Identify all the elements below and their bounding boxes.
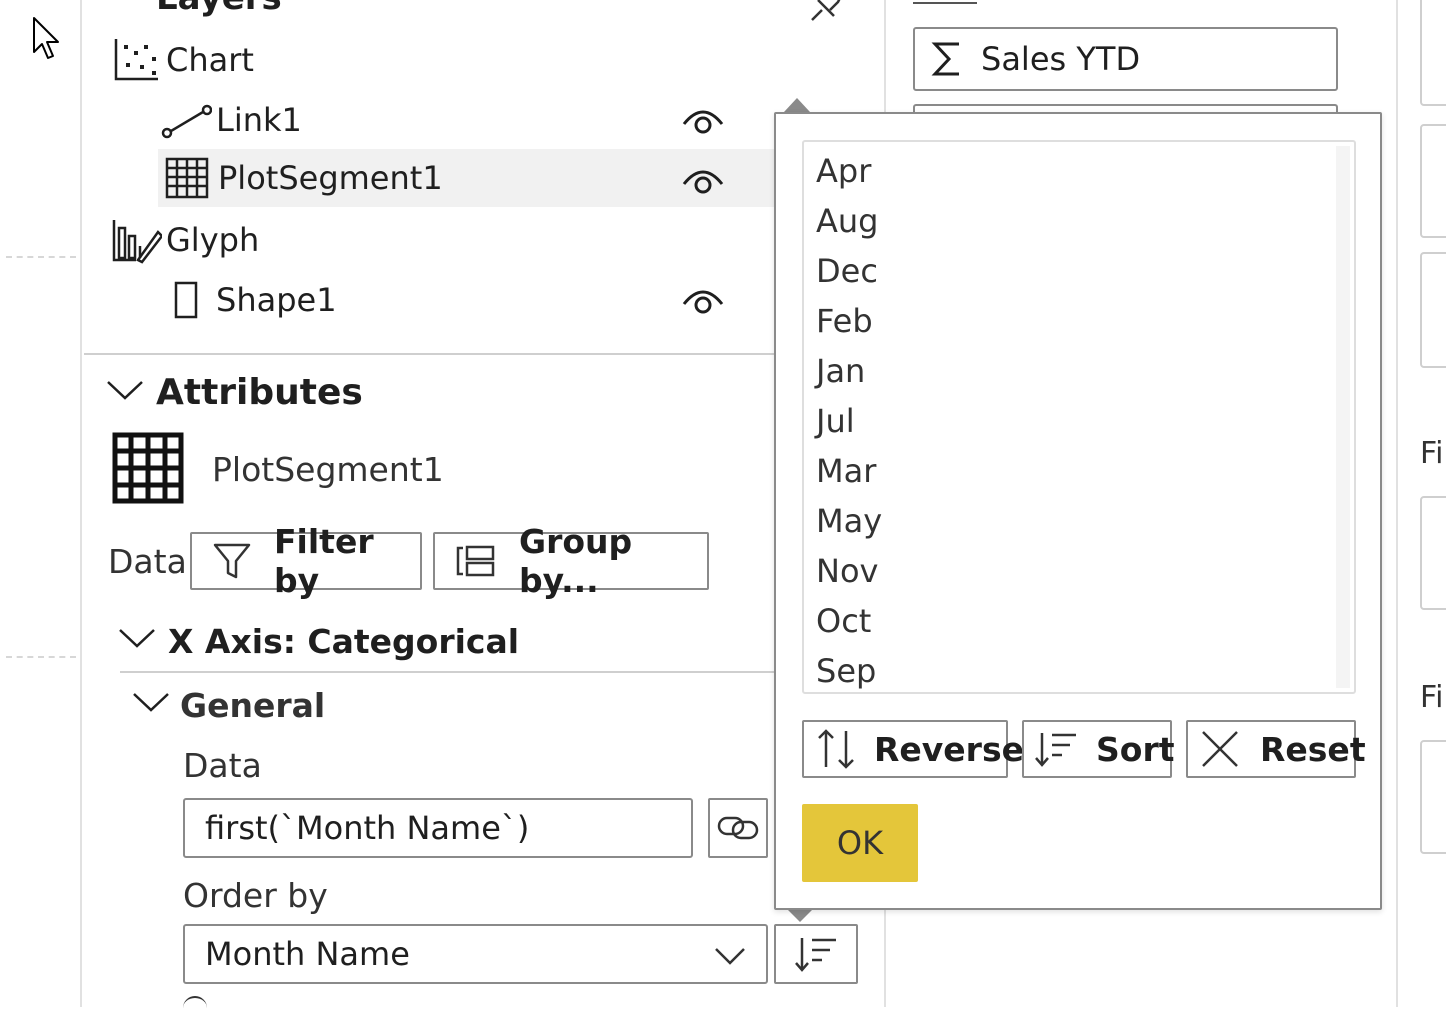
- layer-item-chart[interactable]: Chart: [112, 32, 254, 88]
- visibility-eye-icon[interactable]: [682, 106, 724, 136]
- right-panel-box: [1420, 252, 1446, 368]
- layers-title: Layers: [156, 0, 282, 18]
- group-by-button[interactable]: Group by...: [433, 522, 709, 600]
- filter-by-button[interactable]: Filter by: [190, 522, 422, 600]
- list-item[interactable]: Aug: [816, 196, 878, 246]
- layer-item-plotsegment1[interactable]: PlotSegment1: [164, 150, 443, 206]
- canvas-guide-line: [6, 656, 76, 658]
- list-item[interactable]: Nov: [816, 546, 878, 596]
- panel-border-far-right: [1396, 0, 1398, 1007]
- ok-button[interactable]: OK: [802, 804, 918, 882]
- group-by-icon: [455, 544, 495, 578]
- filter-icon: [212, 541, 252, 581]
- list-item[interactable]: Feb: [816, 296, 873, 346]
- link-icon: [717, 813, 759, 843]
- grid-icon: [164, 156, 210, 200]
- reverse-arrows-icon: [816, 727, 856, 771]
- layer-label: PlotSegment1: [218, 159, 443, 197]
- sort-icon: [1034, 729, 1078, 769]
- right-panel-box: [1420, 124, 1446, 238]
- layer-label: Chart: [166, 41, 254, 79]
- layer-item-link1[interactable]: Link1: [160, 92, 302, 148]
- rectangle-icon: [172, 280, 200, 320]
- data-expression-input[interactable]: first(`Month Name`): [183, 798, 693, 858]
- general-data-label: Data: [183, 746, 262, 785]
- mouse-cursor-icon: [32, 16, 62, 60]
- object-name: PlotSegment1: [212, 450, 444, 489]
- filter-section-label: Fi: [1420, 680, 1444, 715]
- section-divider: [84, 353, 776, 355]
- popup-pointer-arrow: [786, 908, 814, 922]
- general-title: General: [180, 686, 326, 725]
- measure-label: Sales YTD: [981, 40, 1141, 78]
- data-expression-value: first(`Month Name`): [205, 809, 530, 847]
- x-axis-title: X Axis: Categorical: [168, 622, 520, 661]
- clipped-section-label: [913, 0, 977, 4]
- layer-label: Link1: [216, 101, 302, 139]
- link-line-icon: [160, 100, 212, 140]
- layer-item-shape1[interactable]: Shape1: [172, 272, 337, 328]
- measure-field[interactable]: Sales YTD: [913, 27, 1338, 91]
- layer-label: Glyph: [166, 221, 260, 259]
- sum-icon: [931, 41, 963, 77]
- sort-order-icon: [794, 934, 838, 974]
- sort-button[interactable]: Sort: [1022, 720, 1175, 778]
- filter-section-label: Fi: [1420, 436, 1444, 471]
- pin-icon[interactable]: [808, 0, 844, 22]
- visibility-eye-icon[interactable]: [682, 166, 724, 196]
- visibility-eye-icon[interactable]: [682, 286, 724, 316]
- order-by-dropdown[interactable]: Month Name: [183, 924, 768, 984]
- group-by-label: Group by...: [519, 522, 633, 600]
- right-panel-box: [1420, 740, 1446, 854]
- list-item[interactable]: Jan: [816, 346, 865, 396]
- x-axis-divider: [120, 671, 776, 673]
- glyph-icon: [110, 216, 162, 264]
- chevron-down-icon: [714, 946, 746, 966]
- list-item[interactable]: Oct: [816, 596, 871, 646]
- filter-by-label: Filter by: [274, 522, 374, 600]
- next-section-label-clipped: [183, 996, 207, 1009]
- reverse-button[interactable]: Reverse: [802, 720, 1024, 778]
- reset-label: Reset: [1260, 729, 1366, 769]
- plot-segment-grid-icon: [112, 432, 184, 504]
- list-item[interactable]: Mar: [816, 446, 876, 496]
- list-item[interactable]: Sep: [816, 646, 876, 696]
- sort-label: Sort: [1096, 729, 1175, 769]
- layer-item-glyph[interactable]: Glyph: [110, 212, 259, 268]
- list-item[interactable]: Apr: [816, 146, 871, 196]
- bind-data-button[interactable]: [708, 798, 768, 858]
- right-panel-box: [1420, 496, 1446, 610]
- scatter-chart-icon: [112, 37, 160, 83]
- reset-button[interactable]: Reset: [1186, 720, 1366, 778]
- data-label: Data: [108, 542, 187, 581]
- canvas-guide-line: [6, 256, 76, 258]
- list-item[interactable]: Jul: [816, 396, 855, 446]
- order-by-value: Month Name: [205, 935, 410, 973]
- collapse-chevron-icon[interactable]: [118, 626, 156, 650]
- list-item[interactable]: Dec: [816, 246, 878, 296]
- attributes-title: Attributes: [156, 372, 363, 413]
- right-panel-box: [1420, 0, 1446, 106]
- collapse-chevron-icon[interactable]: [132, 690, 170, 714]
- popup-anchor-arrow: [784, 98, 810, 112]
- order-by-label: Order by: [183, 876, 328, 915]
- collapse-chevron-icon[interactable]: [106, 378, 144, 402]
- list-item[interactable]: May: [816, 496, 882, 546]
- reverse-label: Reverse: [874, 729, 1024, 769]
- layer-label: Shape1: [216, 281, 337, 319]
- close-x-icon: [1200, 729, 1240, 769]
- list-scrollbar[interactable]: [1336, 146, 1350, 688]
- sort-order-button[interactable]: [774, 924, 858, 984]
- category-order-popup: Apr Aug Dec Feb Jan Jul Mar May Nov Oct …: [774, 112, 1382, 910]
- category-list[interactable]: Apr Aug Dec Feb Jan Jul Mar May Nov Oct …: [802, 140, 1356, 694]
- panel-border-left: [80, 0, 82, 1007]
